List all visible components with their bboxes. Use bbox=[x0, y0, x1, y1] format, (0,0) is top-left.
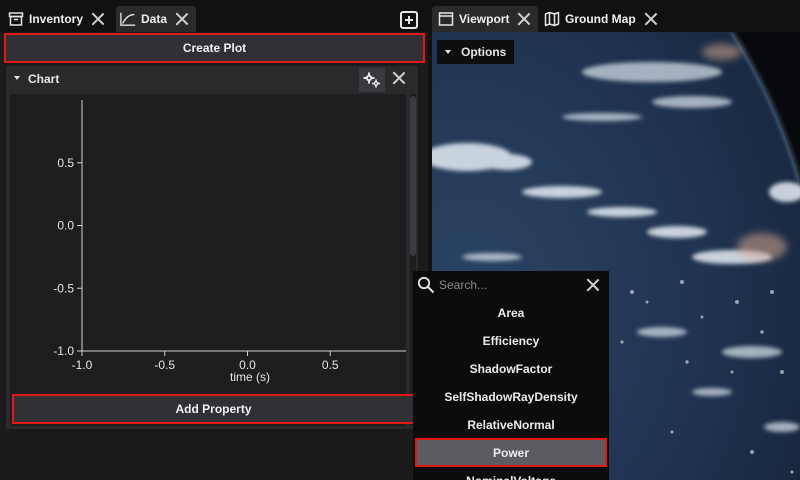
create-plot-button[interactable]: Create Plot bbox=[4, 33, 425, 63]
property-dropdown: Area Efficiency ShadowFactor SelfShadowR… bbox=[413, 271, 609, 480]
scrollbar-thumb[interactable] bbox=[410, 96, 416, 256]
window-icon bbox=[438, 11, 454, 27]
line-chart-icon bbox=[120, 11, 136, 27]
dropdown-item[interactable]: SelfShadowRayDensity bbox=[413, 383, 609, 411]
y-tick-label: 0.5 bbox=[57, 156, 74, 170]
options-dropdown[interactable]: Options bbox=[437, 40, 515, 64]
close-icon[interactable] bbox=[392, 71, 406, 85]
dropdown-item[interactable]: Efficiency bbox=[413, 327, 609, 355]
y-tick-label: -1.0 bbox=[53, 344, 74, 358]
tab-ground-map-label: Ground Map bbox=[565, 12, 636, 26]
add-tab-icon[interactable] bbox=[400, 11, 418, 29]
search-input[interactable] bbox=[439, 277, 579, 293]
clear-search-icon[interactable] bbox=[586, 278, 600, 292]
tab-viewport-label: Viewport bbox=[459, 12, 510, 26]
left-panel: Inventory Data Create Plot Chart 0.5 0.0… bbox=[0, 0, 428, 480]
plot-area[interactable]: 0.5 0.0 -0.5 -1.0 -1.0 -0.5 0.0 0.5 time (s) bbox=[10, 94, 413, 426]
tab-data[interactable]: Data bbox=[116, 6, 196, 32]
tab-inventory[interactable]: Inventory bbox=[8, 6, 105, 32]
dropdown-item[interactable]: ShadowFactor bbox=[413, 355, 609, 383]
chart-svg: 0.50.0-0.5-1.0-1.0 -0.5 0.0 0.5time (s) bbox=[53, 100, 413, 384]
caret-down-icon bbox=[445, 50, 451, 54]
x-tick-label: -1.0 bbox=[72, 358, 93, 372]
tab-data-label: Data bbox=[141, 12, 168, 26]
close-icon[interactable] bbox=[175, 12, 189, 26]
add-property-button[interactable]: Add Property bbox=[12, 394, 415, 424]
collapse-caret-icon[interactable] bbox=[14, 76, 20, 80]
map-icon bbox=[544, 11, 560, 27]
x-tick-label: -0.5 bbox=[154, 358, 175, 372]
tab-inventory-label: Inventory bbox=[29, 12, 84, 26]
search-icon bbox=[417, 276, 435, 297]
tab-viewport[interactable]: Viewport bbox=[432, 6, 538, 32]
y-tick-label: 0.0 bbox=[57, 219, 74, 233]
tab-ground-map[interactable]: Ground Map bbox=[544, 6, 658, 32]
dropdown-search bbox=[413, 271, 609, 299]
dropdown-item[interactable]: NominalVoltage bbox=[413, 467, 609, 480]
dropdown-item-selected[interactable]: Power bbox=[415, 438, 607, 467]
close-icon[interactable] bbox=[517, 12, 531, 26]
x-tick-label: 0.5 bbox=[322, 358, 339, 372]
dropdown-item[interactable]: RelativeNormal bbox=[413, 411, 609, 439]
y-tick-label: -0.5 bbox=[53, 281, 74, 295]
chart-panel: Chart 0.5 0.0 -0.5 -1.0 -1.0 -0.5 0.0 0.… bbox=[6, 66, 418, 429]
close-icon[interactable] bbox=[644, 12, 658, 26]
close-icon[interactable] bbox=[91, 12, 105, 26]
chart-header[interactable]: Chart bbox=[6, 66, 418, 94]
chart-title: Chart bbox=[28, 72, 60, 86]
dropdown-item[interactable]: Area bbox=[413, 299, 609, 327]
archive-icon bbox=[8, 11, 24, 27]
right-tab-bar: Viewport Ground Map bbox=[432, 0, 800, 32]
left-tab-bar: Inventory Data bbox=[0, 0, 428, 32]
x-axis-label: time (s) bbox=[230, 370, 270, 384]
options-label: Options bbox=[461, 45, 507, 59]
gear-icon[interactable] bbox=[359, 68, 385, 92]
